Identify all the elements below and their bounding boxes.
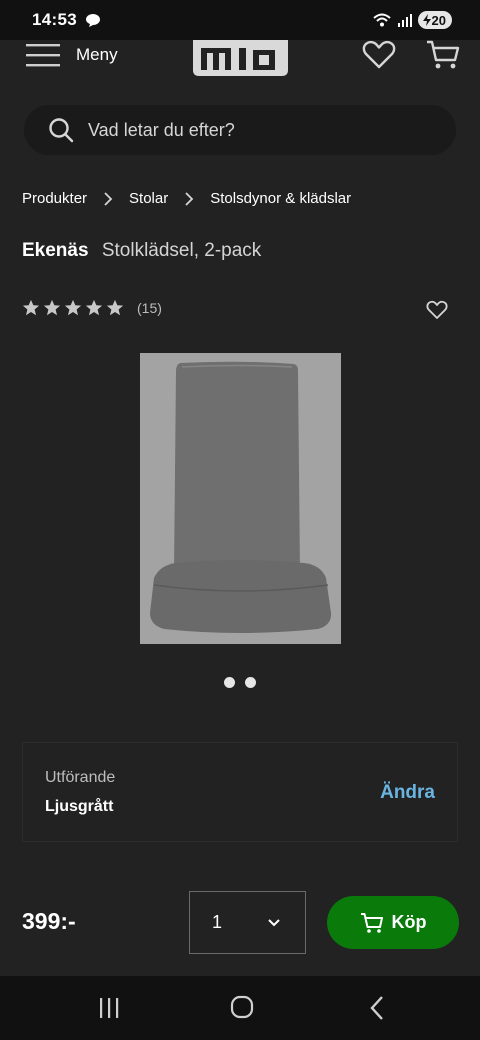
chevron-right-icon — [104, 191, 113, 206]
chat-bubble-icon — [85, 14, 100, 27]
mio-logo[interactable] — [193, 40, 288, 76]
status-bar: 14:53 20 — [0, 0, 480, 40]
search-input[interactable]: Vad letar du efter? — [88, 120, 235, 141]
breadcrumb-item-produkter[interactable]: Produkter — [22, 190, 87, 207]
star-icon — [64, 299, 82, 316]
status-time: 14:53 — [32, 10, 77, 29]
breadcrumb: Produkter Stolar Stolsdynor & klädslar — [22, 190, 351, 207]
product-rating[interactable]: (15) — [22, 299, 162, 317]
battery-icon: 20 — [417, 11, 452, 29]
product-brand: Ekenäs — [22, 240, 89, 261]
chevron-down-icon — [268, 919, 280, 927]
hamburger-icon — [26, 44, 60, 67]
back-icon[interactable] — [368, 995, 386, 1021]
home-icon[interactable] — [230, 995, 254, 1019]
star-icon — [85, 299, 103, 316]
status-icons: 20 — [372, 11, 452, 29]
product-title: Ekenäs Stolklädsel, 2-pack — [22, 240, 261, 262]
search-icon — [49, 118, 74, 143]
charging-icon — [422, 14, 431, 26]
heart-icon[interactable] — [426, 299, 448, 321]
cart-icon — [360, 912, 383, 933]
system-nav-bar — [0, 976, 480, 1040]
quantity-select[interactable]: 1 — [189, 891, 306, 954]
chevron-right-icon — [185, 191, 194, 206]
heart-icon[interactable] — [362, 40, 396, 70]
menu-button[interactable]: Meny — [26, 40, 118, 70]
variant-card: Utförande Ljusgrått Ändra — [22, 742, 458, 842]
star-icon — [106, 299, 124, 316]
rating-count: (15) — [137, 300, 162, 316]
change-variant-button[interactable]: Ändra — [380, 782, 435, 804]
variant-label: Utförande — [45, 769, 116, 786]
breadcrumb-item-stolsdynor[interactable]: Stolsdynor & klädslar — [210, 190, 351, 207]
carousel-dots — [224, 677, 256, 688]
carousel-dot-2[interactable] — [245, 677, 256, 688]
breadcrumb-item-stolar[interactable]: Stolar — [129, 190, 168, 207]
recents-icon[interactable] — [98, 996, 120, 1020]
product-page: 14:53 20 Meny Vad letar du efter? Produk… — [0, 0, 480, 1040]
variant-value: Ljusgrått — [45, 798, 114, 815]
quantity-value: 1 — [212, 912, 223, 932]
buy-label: Köp — [391, 912, 427, 932]
cart-icon[interactable] — [426, 40, 460, 70]
star-icon — [22, 299, 40, 316]
app-header: Meny — [0, 40, 480, 86]
carousel-dot-1[interactable] — [224, 677, 235, 688]
battery-level: 20 — [431, 12, 446, 28]
chair-cover-picture — [140, 353, 341, 644]
product-description: Stolklädsel, 2-pack — [101, 240, 262, 261]
product-image[interactable] — [140, 353, 341, 644]
wifi-icon — [372, 13, 391, 27]
menu-label: Meny — [76, 45, 118, 64]
buy-button[interactable]: Köp — [327, 896, 459, 949]
signal-icon — [397, 14, 412, 27]
star-icon — [43, 299, 61, 316]
product-price: 399:- — [22, 908, 76, 934]
search-bar[interactable]: Vad letar du efter? — [24, 105, 456, 155]
